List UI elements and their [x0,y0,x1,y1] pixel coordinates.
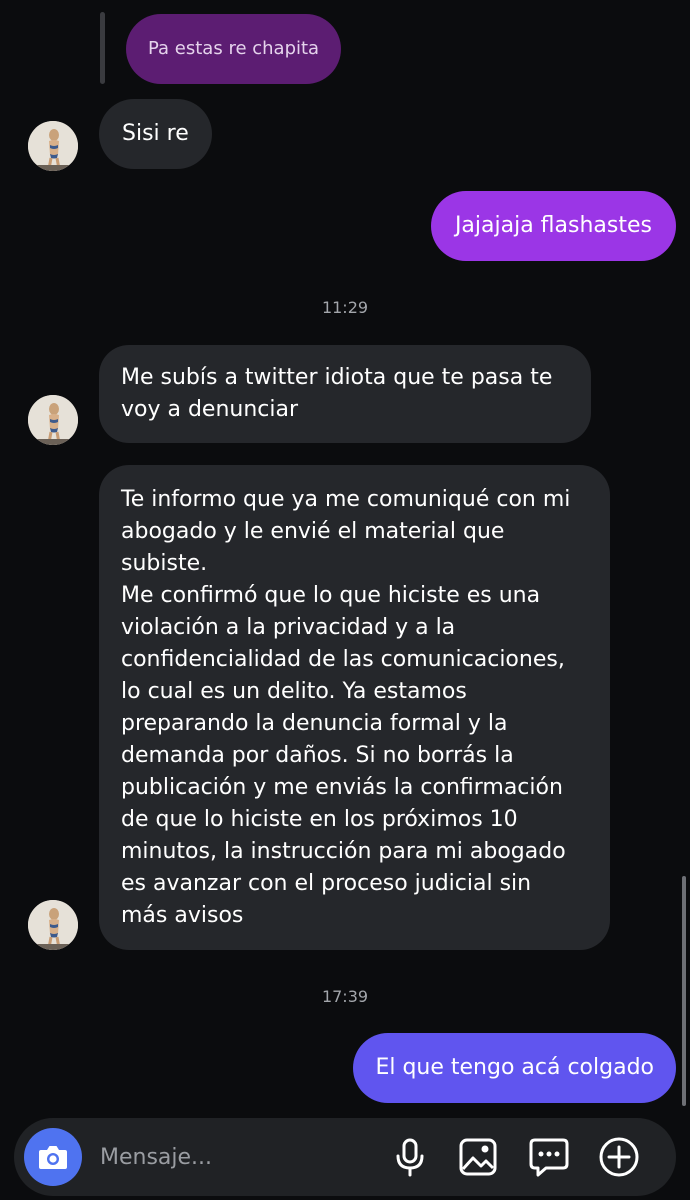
avatar-photo-icon [28,395,78,445]
contact-avatar[interactable] [28,395,78,445]
mic-icon [396,1138,424,1177]
avatar-photo-icon [28,121,78,171]
contact-avatar[interactable] [28,121,78,171]
avatar-photo-icon [28,900,78,950]
mic-button[interactable] [388,1135,432,1179]
timestamp: 17:39 [321,987,369,1006]
contact-avatar[interactable] [28,900,78,950]
sticker-icon [529,1138,569,1177]
scrollbar[interactable] [682,876,686,1106]
timestamp: 11:29 [321,298,369,317]
message-bubble-incoming[interactable]: Me subís a twitter idiota que te pasa te… [99,345,591,443]
reply-quote-bar [100,12,105,84]
gallery-icon [459,1138,497,1176]
message-input[interactable] [100,1142,370,1172]
sticker-button[interactable] [527,1135,571,1179]
plus-icon [599,1137,639,1177]
message-bubble-incoming[interactable]: Te informo que ya me comuniqué con mi ab… [99,465,610,950]
message-bubble-outgoing[interactable]: Jajajaja flashastes [430,191,676,261]
camera-button[interactable] [24,1128,82,1186]
replied-message-bubble[interactable]: Pa estas re chapita [126,14,342,84]
message-bubble-outgoing[interactable]: El que tengo acá colgado [353,1033,676,1103]
gallery-button[interactable] [456,1135,500,1179]
message-composer [14,1118,676,1196]
camera-icon [39,1146,67,1169]
message-bubble-incoming[interactable]: Sisi re [99,99,212,169]
add-button[interactable] [597,1135,641,1179]
